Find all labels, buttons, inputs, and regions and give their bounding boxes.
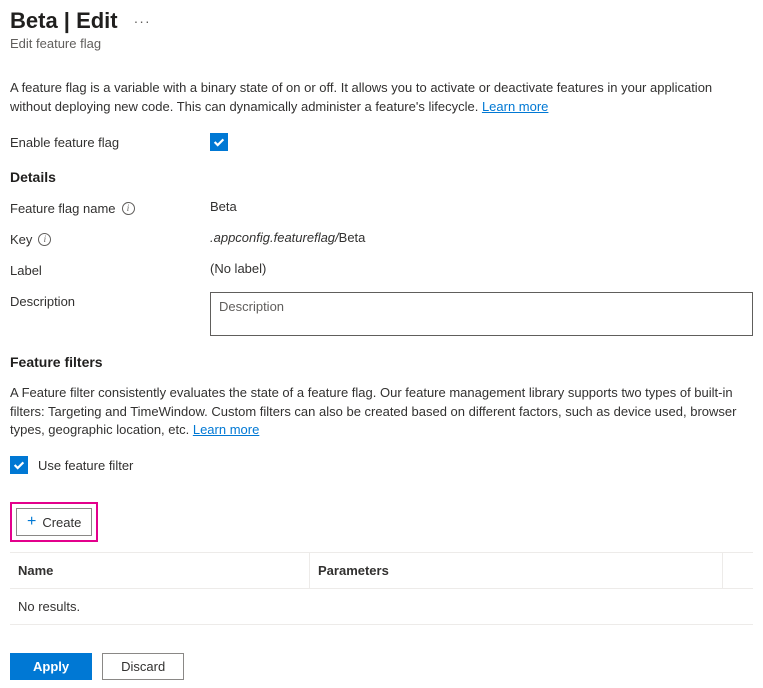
page-title: Beta | Edit (10, 8, 118, 34)
key-prefix: .appconfig.featureflag/ (210, 230, 339, 245)
discard-button[interactable]: Discard (102, 653, 184, 680)
table-empty-row: No results. (10, 589, 753, 625)
create-label: Create (42, 515, 81, 530)
check-icon (212, 135, 226, 149)
learn-more-link[interactable]: Learn more (482, 99, 548, 114)
filters-table: Name Parameters No results. (10, 552, 753, 625)
description-label: Description (10, 292, 210, 309)
page-subtitle: Edit feature flag (10, 36, 753, 51)
create-button-highlight: + Create (10, 502, 98, 542)
enable-flag-label: Enable feature flag (10, 133, 210, 150)
key-label: Key (10, 232, 32, 247)
label-label: Label (10, 261, 210, 278)
table-header: Name Parameters (10, 553, 753, 589)
more-actions-button[interactable]: ··· (130, 11, 155, 31)
filters-heading: Feature filters (10, 354, 753, 370)
create-filter-button[interactable]: + Create (16, 508, 92, 536)
col-params-header[interactable]: Parameters (310, 553, 723, 588)
col-name-header[interactable]: Name (10, 553, 310, 588)
use-filter-checkbox[interactable] (10, 456, 28, 474)
flag-name-label: Feature flag name (10, 201, 116, 216)
apply-button[interactable]: Apply (10, 653, 92, 680)
label-value: (No label) (210, 261, 753, 276)
filters-intro: A Feature filter consistently evaluates … (10, 384, 753, 441)
key-value: .appconfig.featureflag/Beta (210, 230, 753, 245)
key-suffix: Beta (339, 230, 366, 245)
description-input[interactable] (210, 292, 753, 336)
col-actions-header (723, 553, 753, 588)
info-icon[interactable]: i (122, 202, 135, 215)
plus-icon: + (27, 514, 36, 530)
info-icon[interactable]: i (38, 233, 51, 246)
intro-text: A feature flag is a variable with a bina… (10, 79, 753, 117)
flag-name-value: Beta (210, 199, 753, 214)
intro-text-body: A feature flag is a variable with a bina… (10, 80, 712, 114)
use-filter-label: Use feature filter (38, 458, 133, 473)
check-icon (12, 458, 26, 472)
enable-flag-checkbox[interactable] (210, 133, 228, 151)
details-heading: Details (10, 169, 753, 185)
filters-intro-body: A Feature filter consistently evaluates … (10, 385, 736, 438)
filters-learn-more-link[interactable]: Learn more (193, 422, 259, 437)
